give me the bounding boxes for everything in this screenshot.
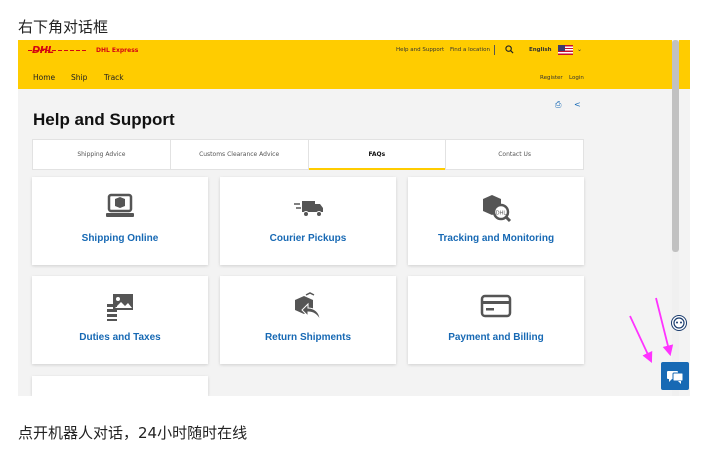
annotation-arrows [629, 297, 674, 363]
caption-bottom: 点开机器人对话，24小时随时在线 [18, 424, 248, 442]
